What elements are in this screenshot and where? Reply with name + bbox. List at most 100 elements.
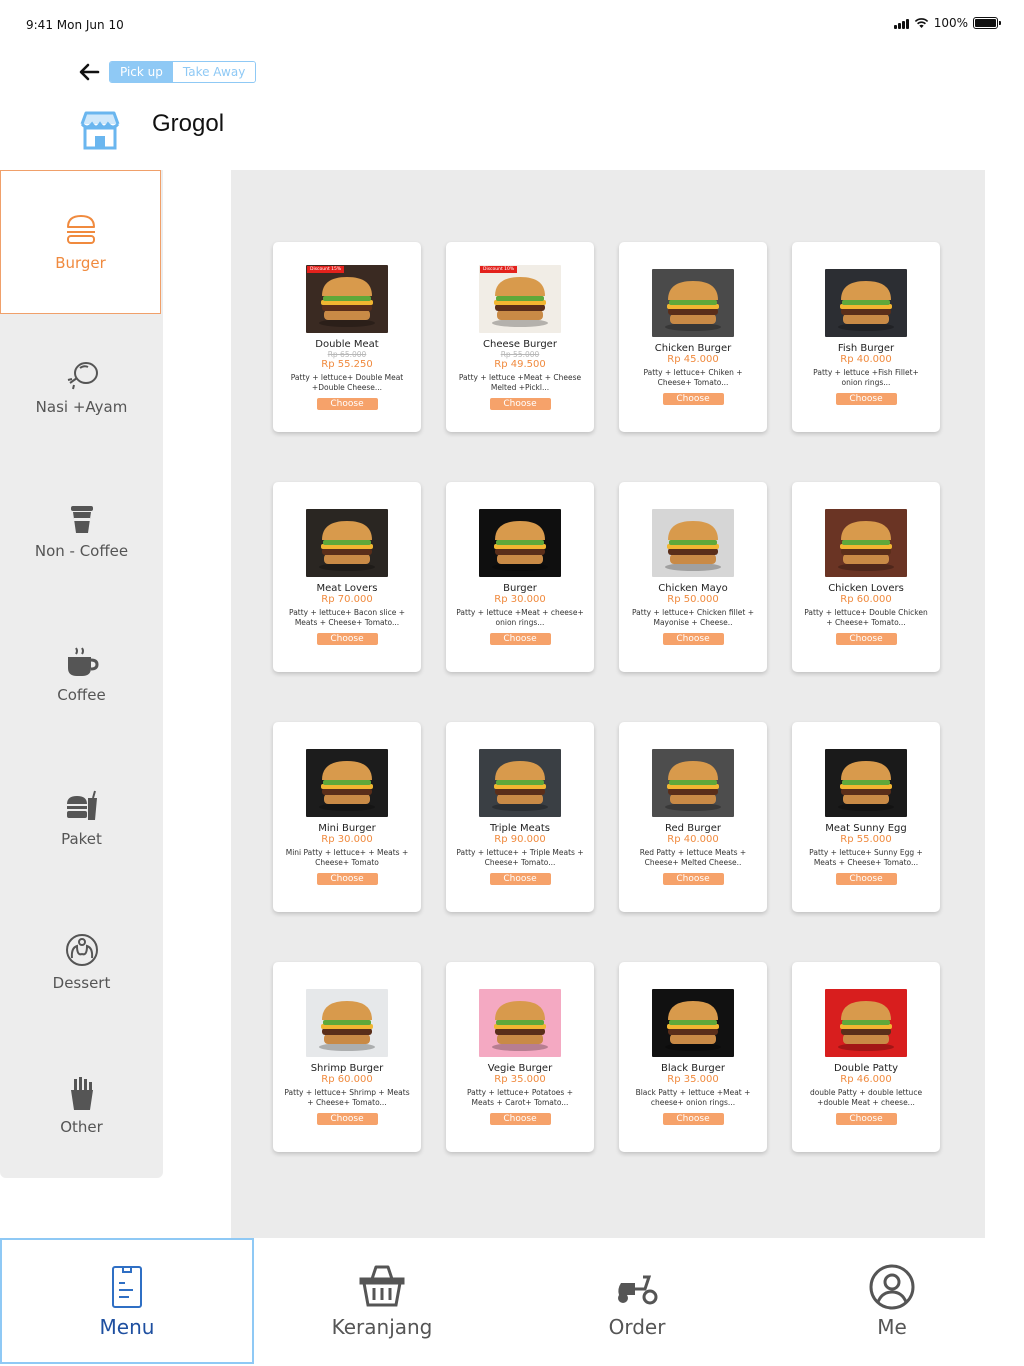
category-label: Burger bbox=[55, 254, 106, 272]
toggle-pick-up[interactable]: Pick up bbox=[110, 62, 173, 82]
menu-card[interactable]: Red Burger Rp 40.000 Red Patty + lettuce M… bbox=[619, 722, 767, 912]
food-price: Rp 60.000 bbox=[840, 594, 892, 605]
category-label: Nasi +Ayam bbox=[35, 398, 128, 416]
menu-card[interactable]: Shrimp Burger Rp 60.000 Patty + lettuce+ S… bbox=[273, 962, 421, 1152]
signal-icon bbox=[893, 17, 909, 29]
choose-button[interactable]: Choose bbox=[489, 1113, 551, 1125]
nav-order[interactable]: Order bbox=[510, 1238, 764, 1364]
nav-menu[interactable]: Menu bbox=[0, 1238, 254, 1364]
nav-label: Order bbox=[608, 1315, 666, 1339]
menu-card[interactable]: Discount 15% Double Meat Rp 65.000 Rp 55.25… bbox=[273, 242, 421, 432]
food-name: Burger bbox=[503, 583, 537, 594]
choose-button[interactable]: Choose bbox=[662, 873, 724, 885]
choose-button[interactable]: Choose bbox=[489, 397, 551, 410]
food-image bbox=[825, 989, 907, 1057]
category-burger[interactable]: Burger bbox=[0, 170, 161, 314]
choose-button[interactable]: Choose bbox=[489, 633, 551, 645]
burger-photo-icon bbox=[665, 521, 721, 571]
battery-icon bbox=[973, 17, 1001, 29]
category-coffee[interactable]: Coffee bbox=[0, 602, 163, 746]
menu-card[interactable]: Chicken Mayo Rp 50.000 Patty + lettuce+ Ch… bbox=[619, 482, 767, 672]
food-name: Vegie Burger bbox=[487, 1063, 553, 1074]
burger-photo-icon bbox=[492, 761, 548, 811]
menu-card[interactable]: Discount 10% Cheese Burger Rp 55.000 Rp 49.… bbox=[446, 242, 594, 432]
food-name: Chicken Lovers bbox=[828, 583, 904, 594]
choose-button[interactable]: Choose bbox=[316, 633, 378, 645]
basket-icon bbox=[359, 1265, 405, 1307]
choose-button[interactable]: Choose bbox=[835, 1113, 897, 1125]
food-description: Patty + lettuce+ Sunny Egg + Meats + Che… bbox=[809, 848, 923, 867]
menu-card[interactable]: Meat Sunny Egg Rp 55.000 Patty + lettuce+ … bbox=[792, 722, 940, 912]
choose-button[interactable]: Choose bbox=[316, 1113, 378, 1125]
category-label: Coffee bbox=[57, 686, 106, 704]
category-dessert[interactable]: Dessert bbox=[0, 890, 163, 1034]
menu-card[interactable]: Burger Rp 30.000 Patty + lettuce +Meat + c… bbox=[446, 482, 594, 672]
food-description: Black Patty + lettuce +Meat + cheese+ on… bbox=[635, 1088, 751, 1107]
food-image bbox=[652, 989, 734, 1057]
food-description: Patty + lettuce+ Double Chicken + Cheese… bbox=[804, 608, 928, 627]
burger-photo-icon bbox=[838, 761, 894, 811]
menu-card[interactable]: Double Patty Rp 46.000 double Patty + doub… bbox=[792, 962, 940, 1152]
burger-icon bbox=[66, 215, 95, 244]
bottom-navigation: Menu Keranjang Order Me bbox=[0, 1238, 1024, 1366]
category-label: Other bbox=[60, 1118, 103, 1136]
nav-keranjang[interactable]: Keranjang bbox=[255, 1238, 509, 1364]
burger-photo-icon bbox=[838, 281, 894, 331]
category-sidebar: Burger Nasi +Ayam Non - Coffee Coffee Pa… bbox=[0, 170, 163, 1178]
menu-card[interactable]: Black Burger Rp 35.000 Black Patty + lettu… bbox=[619, 962, 767, 1152]
choose-button[interactable]: Choose bbox=[835, 633, 897, 645]
choose-button[interactable]: Choose bbox=[489, 873, 551, 885]
menu-card[interactable]: Mini Burger Rp 30.000 Mini Patty + lettuce… bbox=[273, 722, 421, 912]
food-price: Rp 35.000 bbox=[494, 1074, 546, 1085]
food-name: Meat Sunny Egg bbox=[825, 823, 907, 834]
food-name: Cheese Burger bbox=[483, 338, 557, 350]
food-description: Patty + lettuce+ Shrimp + Meats + Cheese… bbox=[284, 1088, 410, 1107]
choose-button[interactable]: Choose bbox=[662, 633, 724, 645]
food-name: Fish Burger bbox=[837, 343, 895, 354]
menu-card[interactable]: Chicken Lovers Rp 60.000 Patty + lettuce+ … bbox=[792, 482, 940, 672]
food-name: Chicken Mayo bbox=[658, 583, 728, 594]
choose-button[interactable]: Choose bbox=[835, 873, 897, 885]
menu-card[interactable]: Chicken Burger Rp 45.000 Patty + lettuce+ … bbox=[619, 242, 767, 432]
nav-label: Keranjang bbox=[331, 1315, 433, 1339]
food-price: Rp 49.500 bbox=[494, 358, 546, 370]
menu-card[interactable]: Triple Meats Rp 90.000 Patty + lettuce+ + … bbox=[446, 722, 594, 912]
choose-button[interactable]: Choose bbox=[835, 393, 897, 405]
category-paket[interactable]: Paket bbox=[0, 746, 163, 890]
arrow-left-icon[interactable] bbox=[78, 62, 100, 82]
nav-me[interactable]: Me bbox=[765, 1238, 1019, 1364]
scooter-icon bbox=[618, 1275, 658, 1305]
category-label: Dessert bbox=[52, 974, 111, 992]
menu-card[interactable]: Fish Burger Rp 40.000 Patty + lettuce +Fis… bbox=[792, 242, 940, 432]
original-price: Rp 65.000 bbox=[327, 349, 367, 359]
food-name: Triple Meats bbox=[489, 823, 551, 834]
menu-card[interactable]: Vegie Burger Rp 35.000 Patty + lettuce+ Po… bbox=[446, 962, 594, 1152]
food-price: Rp 30.000 bbox=[494, 594, 546, 605]
choose-button[interactable]: Choose bbox=[316, 397, 378, 410]
app-screen: 9:41 Mon Jun 10 100% Pick up Take Away G… bbox=[0, 0, 1024, 1366]
food-image bbox=[652, 509, 734, 577]
menu-list-icon bbox=[112, 1266, 142, 1308]
food-image bbox=[825, 749, 907, 817]
choose-button[interactable]: Choose bbox=[662, 1113, 724, 1125]
choose-button[interactable]: Choose bbox=[316, 873, 378, 885]
burger-photo-icon bbox=[665, 1001, 721, 1051]
status-indicators: 100% bbox=[893, 16, 1001, 30]
food-description: Patty + lettuce+ + Triple Meats + Cheese… bbox=[456, 848, 584, 867]
original-price: Rp 55.000 bbox=[500, 349, 540, 359]
coffee-cup-icon bbox=[67, 647, 99, 676]
food-image bbox=[479, 509, 561, 577]
chicken-leg-icon bbox=[67, 362, 98, 390]
discount-badge: Discount 10% bbox=[480, 265, 518, 273]
choose-button[interactable]: Choose bbox=[662, 393, 724, 405]
category-other[interactable]: Other bbox=[0, 1034, 163, 1178]
toggle-take-away[interactable]: Take Away bbox=[172, 62, 256, 82]
food-description: double Patty + double lettuce +double Me… bbox=[809, 1088, 923, 1107]
category-non-coffee[interactable]: Non - Coffee bbox=[0, 458, 163, 602]
food-description: Red Patty + lettuce Meats + Cheese+ Melt… bbox=[639, 848, 747, 867]
category-nasi-ayam[interactable]: Nasi +Ayam bbox=[0, 314, 163, 458]
food-image bbox=[652, 269, 734, 337]
user-icon bbox=[869, 1264, 915, 1310]
burger-photo-icon bbox=[319, 521, 375, 571]
menu-card[interactable]: Meat Lovers Rp 70.000 Patty + lettuce+ Bac… bbox=[273, 482, 421, 672]
